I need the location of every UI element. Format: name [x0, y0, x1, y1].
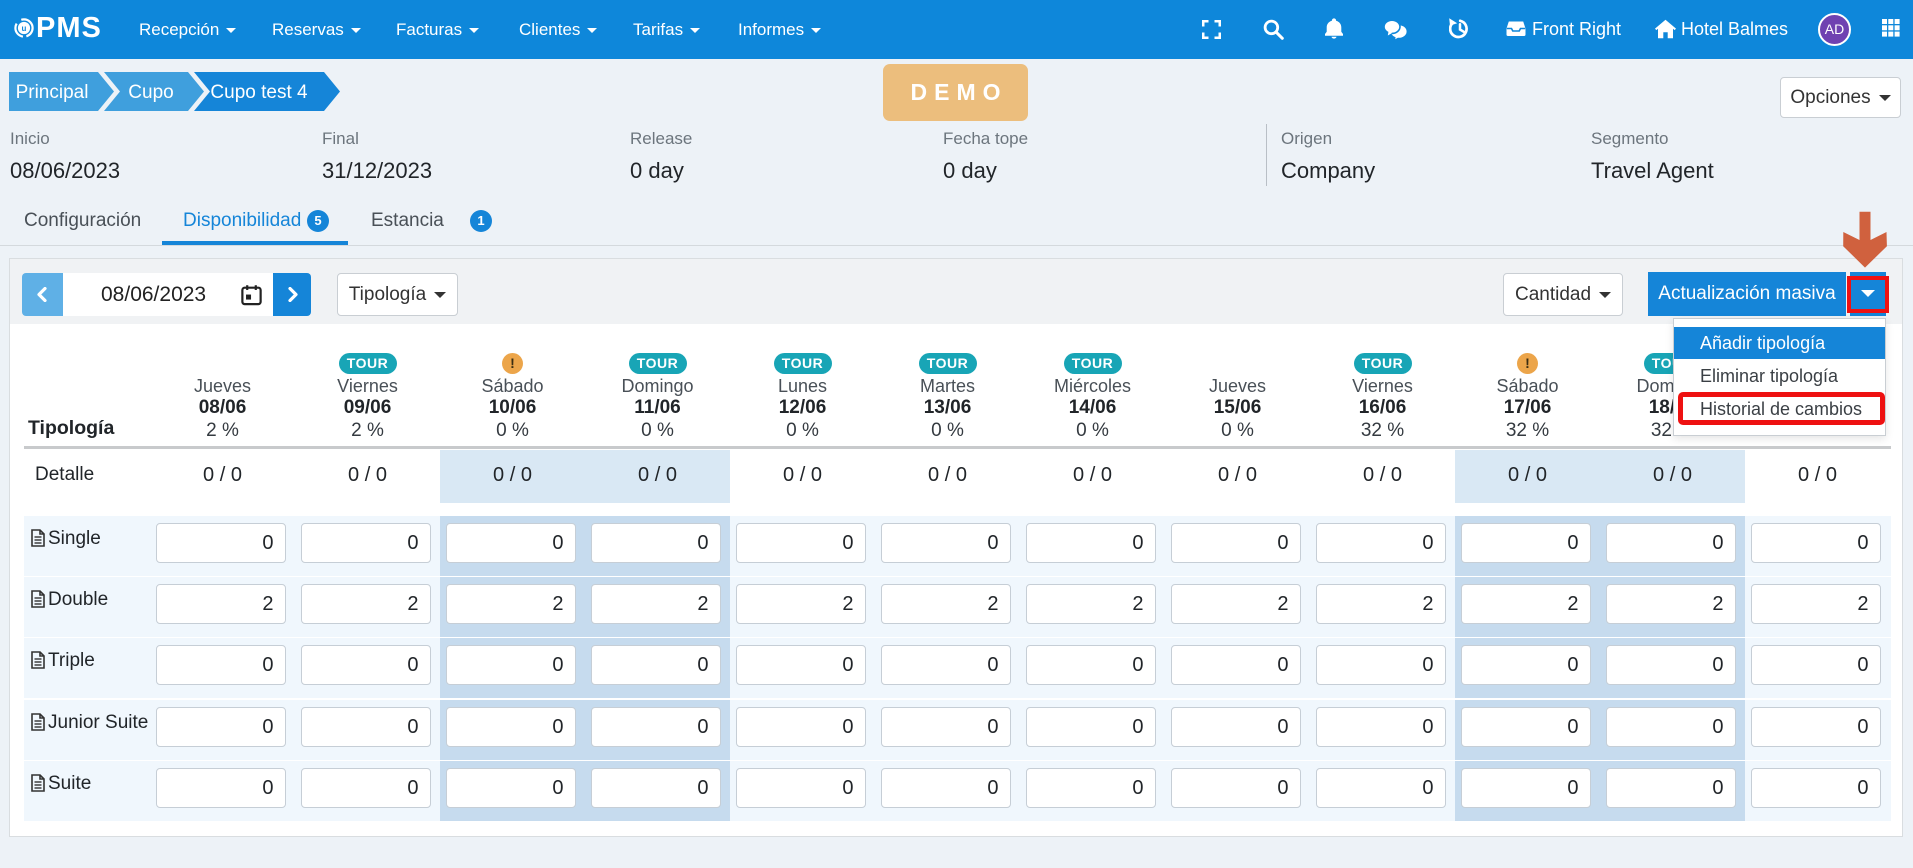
svg-text:Cupo: Cupo — [128, 82, 173, 103]
svg-text:Cupo test 4: Cupo test 4 — [210, 82, 308, 103]
svg-text:Principal: Principal — [16, 82, 89, 103]
svg-text:u: u — [22, 24, 27, 33]
